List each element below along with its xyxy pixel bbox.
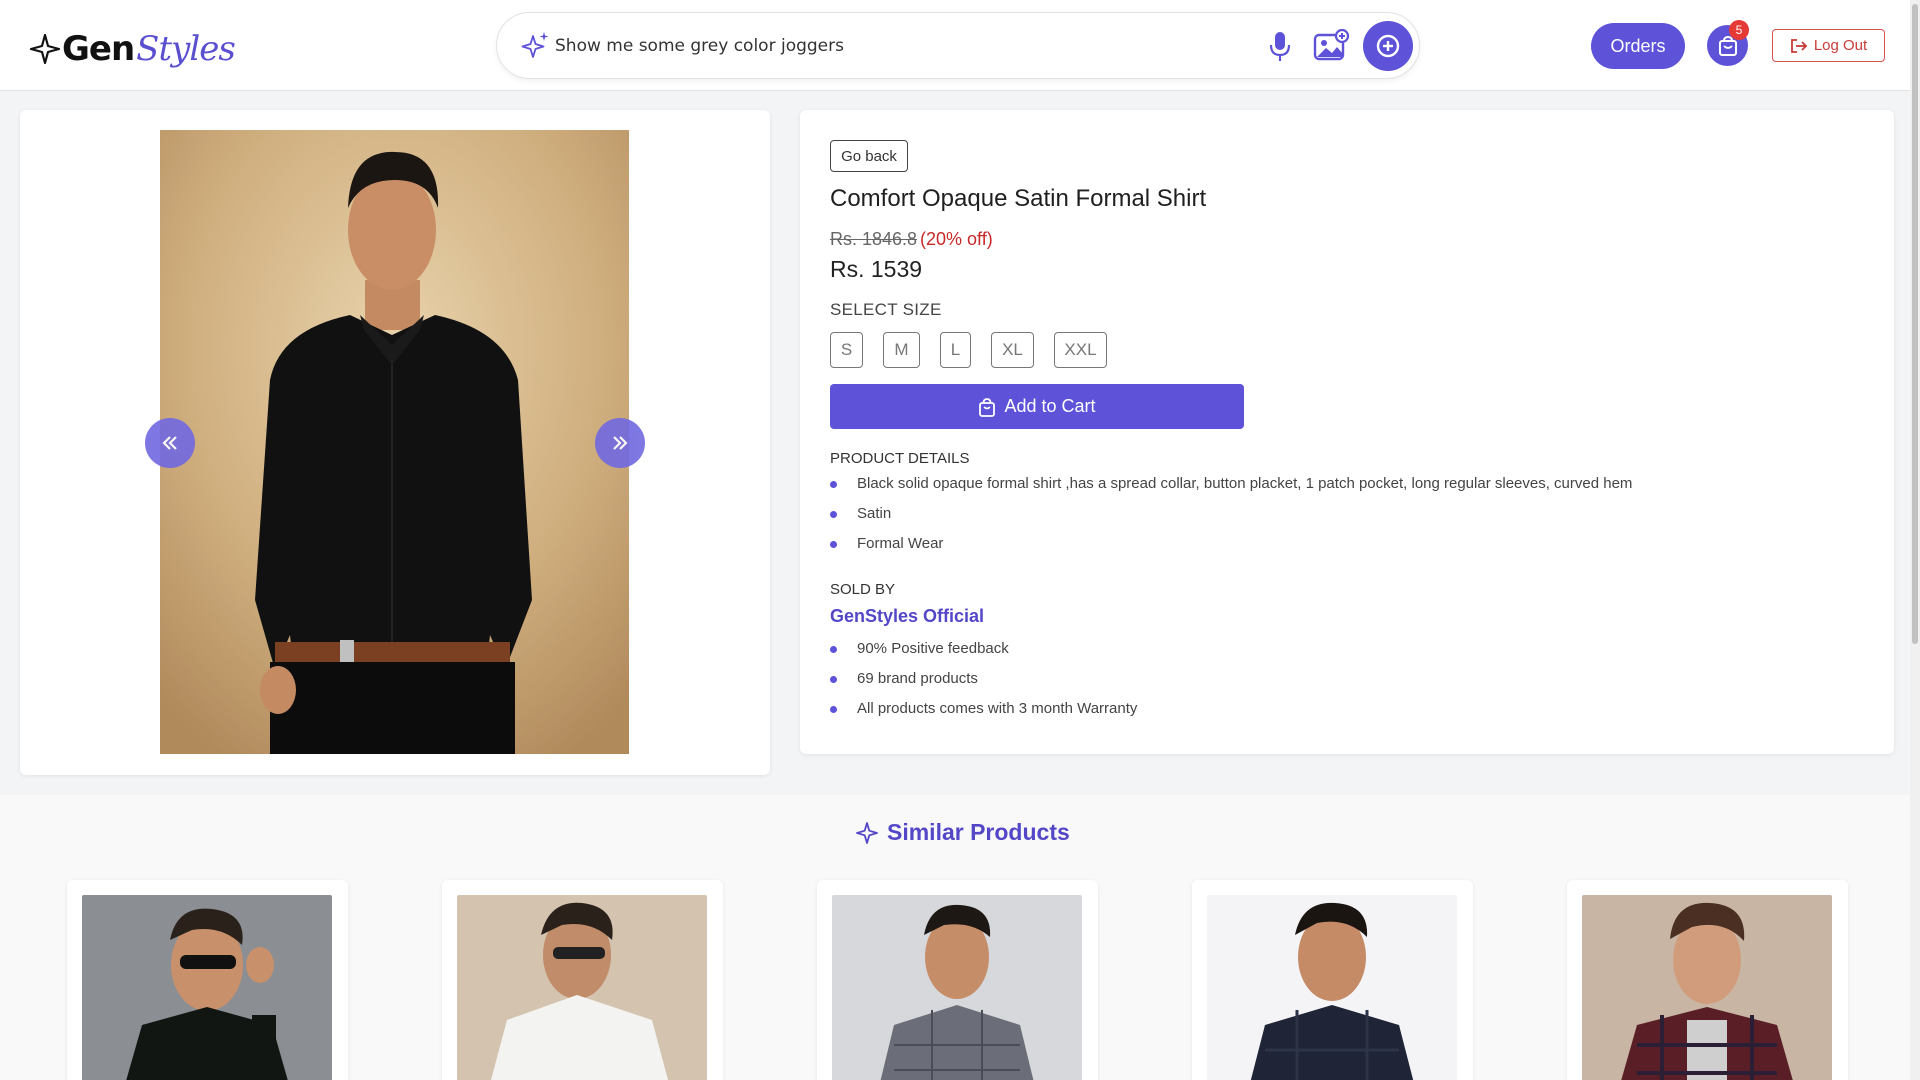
scrollbar-thumb[interactable]: [1912, 4, 1918, 644]
similar-product-card[interactable]: [67, 880, 348, 1080]
search-input[interactable]: [555, 27, 1235, 65]
similar-product-image: [832, 895, 1082, 1080]
product-details-panel: Go back Comfort Opaque Satin Formal Shir…: [800, 110, 1894, 754]
select-size-label: SELECT SIZE: [830, 300, 942, 319]
logo-text-gen: Gen: [62, 29, 135, 69]
similar-product-card[interactable]: [1567, 880, 1848, 1080]
seller-info-list: 90% Positive feedback 69 brand products …: [830, 638, 1137, 728]
double-chevron-right-icon: [613, 436, 628, 450]
similar-product-image: [82, 895, 332, 1080]
product-details-list: Black solid opaque formal shirt ,has a s…: [830, 473, 1632, 563]
list-item: Formal Wear: [830, 533, 1632, 563]
microphone-icon[interactable]: [1263, 29, 1297, 63]
similar-product-card[interactable]: [817, 880, 1098, 1080]
product-title: Comfort Opaque Satin Formal Shirt: [830, 185, 1207, 212]
brand-logo[interactable]: Gen Styles: [30, 24, 236, 74]
size-option-m[interactable]: M: [883, 332, 920, 368]
size-option-l[interactable]: L: [940, 332, 971, 368]
image-search-icon[interactable]: [1312, 28, 1350, 64]
add-to-cart-label: Add to Cart: [1004, 396, 1096, 416]
logout-label: Log Out: [1813, 37, 1868, 54]
logo-text-styles: Styles: [136, 29, 236, 69]
cart-count-badge: 5: [1729, 20, 1749, 40]
current-price: Rs. 1539: [830, 256, 923, 282]
similar-product-image: [457, 895, 707, 1080]
similar-products-section: Similar Products: [0, 795, 1920, 1080]
go-back-button[interactable]: Go back: [830, 140, 908, 172]
product-image: [160, 130, 629, 754]
previous-image-button[interactable]: [145, 418, 195, 468]
discount-label: (20% off): [920, 229, 993, 249]
product-details-heading: PRODUCT DETAILS: [830, 450, 970, 467]
list-item: 90% Positive feedback: [830, 638, 1137, 668]
similar-products-title: Similar Products: [887, 819, 1070, 845]
sparkle-star-icon: [30, 34, 60, 64]
next-image-button[interactable]: [595, 418, 645, 468]
similar-product-image: [1207, 895, 1457, 1080]
size-option-xxl[interactable]: XXL: [1054, 332, 1107, 368]
add-to-cart-button[interactable]: Add to Cart: [830, 384, 1244, 429]
similar-product-card[interactable]: [442, 880, 723, 1080]
original-price: Rs. 1846.8: [830, 229, 918, 249]
seller-name-link[interactable]: GenStyles Official: [830, 606, 984, 627]
plus-circle-icon: [1376, 34, 1400, 58]
similar-products-heading: Similar Products: [855, 819, 1070, 846]
similar-product-card[interactable]: [1192, 880, 1473, 1080]
list-item: 69 brand products: [830, 668, 1137, 698]
search-submit-button[interactable]: [1363, 21, 1413, 71]
size-option-xl[interactable]: XL: [991, 332, 1034, 368]
sparkle-icon: [521, 32, 549, 58]
sold-by-heading: SOLD BY: [830, 581, 896, 598]
sparkle-icon: [856, 821, 878, 844]
top-header: Gen Styles Orders: [0, 0, 1920, 91]
orders-button[interactable]: Orders: [1591, 23, 1685, 69]
size-options: S M L XL XXL: [830, 332, 1127, 368]
product-gallery: [20, 110, 770, 775]
list-item: All products comes with 3 month Warranty: [830, 698, 1137, 728]
list-item: Black solid opaque formal shirt ,has a s…: [830, 473, 1632, 503]
similar-product-image: [1582, 895, 1832, 1080]
logout-icon: [1790, 38, 1808, 53]
search-bar: [496, 12, 1420, 79]
size-option-s[interactable]: S: [830, 332, 863, 368]
logout-button[interactable]: Log Out: [1772, 29, 1885, 62]
shopping-bag-icon: [979, 397, 996, 417]
double-chevron-left-icon: [162, 436, 177, 450]
list-item: Satin: [830, 503, 1632, 533]
